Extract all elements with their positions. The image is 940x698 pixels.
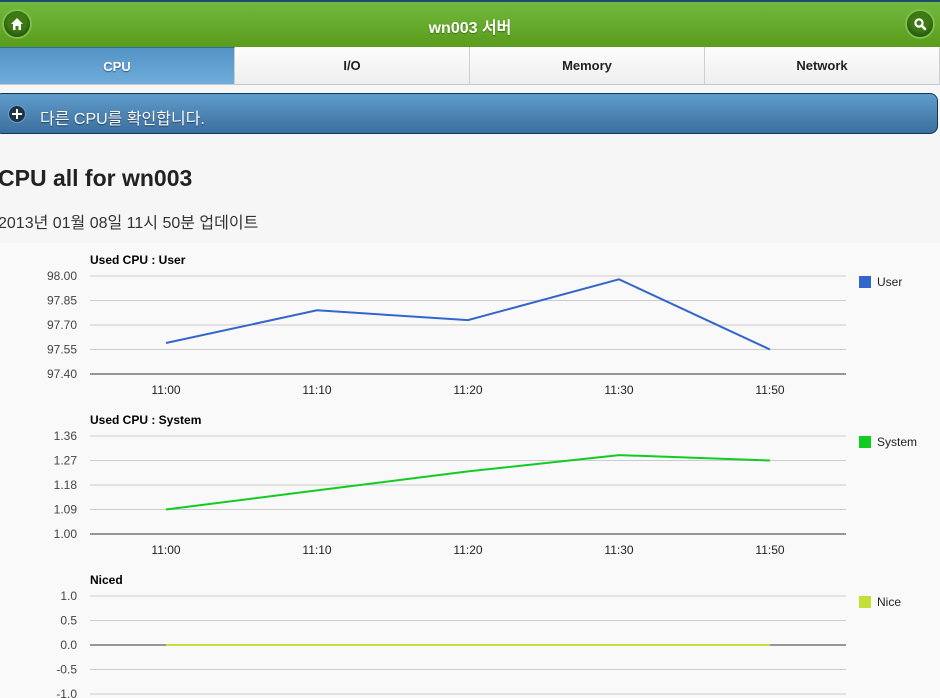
legend-swatch xyxy=(859,596,871,608)
legend-label: User xyxy=(877,275,902,289)
tab-memory[interactable]: Memory xyxy=(470,47,705,84)
tab-network[interactable]: Network xyxy=(705,47,940,84)
chart-title: Niced xyxy=(90,573,123,587)
y-tick-label: 97.85 xyxy=(47,294,77,308)
y-tick-label: 1.27 xyxy=(54,454,78,468)
y-tick-label: 97.70 xyxy=(47,318,77,332)
x-tick-label: 11:10 xyxy=(302,383,331,397)
series-line-user xyxy=(165,278,771,351)
app-header: wn003 서버 xyxy=(0,0,940,47)
x-tick-label: 11:20 xyxy=(453,383,482,397)
tab-io[interactable]: I/O xyxy=(235,47,470,84)
tab-cpu[interactable]: CPU xyxy=(0,47,235,84)
y-tick-label: 1.36 xyxy=(54,429,78,443)
y-tick-label: 98.00 xyxy=(47,269,77,283)
x-tick-label: 11:10 xyxy=(302,543,331,557)
charts-container: Used CPU : User 98.00 97.85 97.70 97.55 97.40… xyxy=(0,243,940,698)
y-tick-label: 1.09 xyxy=(54,503,78,517)
x-tick-label: 11:00 xyxy=(151,543,180,557)
collapsible-label: 다른 CPU를 확인합니다. xyxy=(40,111,205,128)
legend-label: System xyxy=(877,435,917,449)
cpu-charts: Used CPU : User 98.00 97.85 97.70 97.55 97.40… xyxy=(47,253,917,698)
search-button[interactable] xyxy=(907,11,933,37)
page-title: CPU all for wn003 xyxy=(0,165,193,191)
y-tick-label: 0.5 xyxy=(60,614,77,628)
update-timestamp: 2013년 01월 08일 11시 50분 업데이트 xyxy=(0,215,259,232)
series-line-system xyxy=(165,454,771,511)
tab-bar: CPU I/O Memory Network xyxy=(0,47,940,85)
page-header-title: wn003 서버 xyxy=(428,20,512,37)
plus-icon xyxy=(9,106,25,122)
search-icon xyxy=(914,18,927,31)
y-tick-label: 1.18 xyxy=(54,478,78,492)
x-tick-label: 11:50 xyxy=(755,543,784,557)
legend-swatch xyxy=(859,436,871,448)
x-tick-label: 11:30 xyxy=(604,543,633,557)
y-tick-label: 97.55 xyxy=(47,343,77,357)
chart-title: Used CPU : System xyxy=(90,413,201,427)
x-tick-label: 11:20 xyxy=(453,543,482,557)
y-tick-label: 97.40 xyxy=(47,367,77,381)
chart-title: Used CPU : User xyxy=(90,253,186,267)
y-tick-label: 0.0 xyxy=(60,638,77,652)
other-cpu-collapsible[interactable]: 다른 CPU를 확인합니다. xyxy=(0,93,938,134)
x-tick-label: 11:30 xyxy=(604,383,633,397)
legend-label: Nice xyxy=(877,595,901,609)
x-tick-label: 11:00 xyxy=(151,383,180,397)
legend-swatch xyxy=(859,276,871,288)
y-tick-label: 1.00 xyxy=(54,527,78,541)
x-tick-label: 11:50 xyxy=(755,383,784,397)
y-tick-label: 1.0 xyxy=(60,589,77,603)
y-tick-label: -1.0 xyxy=(56,687,77,698)
y-tick-label: -0.5 xyxy=(56,663,77,677)
